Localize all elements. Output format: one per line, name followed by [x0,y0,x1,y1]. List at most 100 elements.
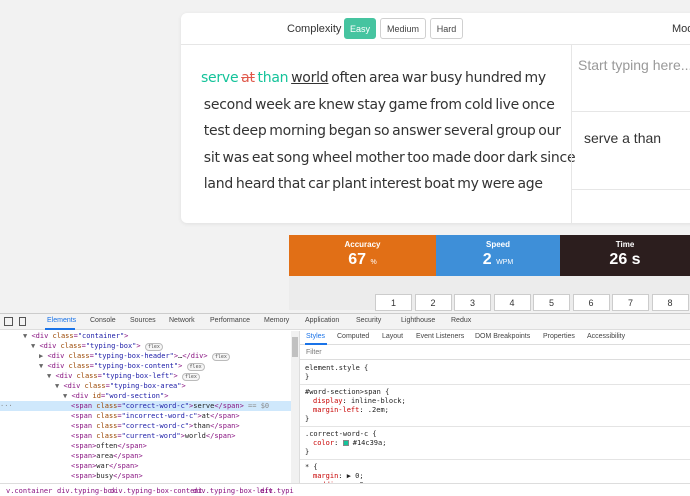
tab-console[interactable]: Console [90,317,116,324]
css-property: margin-left [313,406,360,414]
scrollbar-thumb[interactable] [292,337,298,357]
tab-memory[interactable]: Memory [264,317,289,324]
page-button-2[interactable]: 2 [414,294,452,311]
medium-button[interactable]: Medium [380,18,426,39]
dom-node-html: <span>war</span> [71,462,139,470]
word: knew [318,96,355,113]
flex-badge[interactable]: flex [186,363,205,371]
page-button-5[interactable]: 5 [533,294,570,311]
speed-value: 2 WPM [482,251,514,268]
typing-input[interactable]: Start typing here... [578,57,690,73]
inspect-icon[interactable] [4,317,13,326]
breadcrumb-item[interactable]: v.container [6,487,52,495]
word: are [293,96,316,113]
word: second [203,96,253,113]
tab-application[interactable]: Application [305,317,339,324]
word: answer [392,123,442,139]
page-button-1[interactable]: 1 [375,294,412,311]
divider [572,111,690,112]
flex-badge[interactable]: flex [181,373,200,381]
styles-tab-styles[interactable]: Styles [306,333,325,340]
page-button-4[interactable]: 4 [493,294,531,311]
dom-node[interactable]: <span>war</span> [0,461,291,471]
dom-node-html: <span>area</span> [71,452,143,460]
active-tab-indicator [45,328,75,330]
css-declaration[interactable]: margin: ▶ 0; [313,472,364,481]
css-declaration[interactable]: color: #14c39a; [313,439,386,448]
typed-text: serve a than [584,130,662,146]
correct-word: than [257,70,289,86]
dom-node[interactable]: ▼ <div id="word-section"> [0,391,291,401]
dom-node[interactable]: ▼ <div class="typing-box-left"> flex [0,371,291,381]
styles-tab-dom-breakpoints[interactable]: DOM Breakpoints [475,333,530,340]
dom-node[interactable]: ▶ <div class="typing-box-header">…</div>… [0,351,291,361]
flex-badge[interactable]: flex [144,343,163,351]
dom-node[interactable]: ▼ <div class="container"> [0,331,291,341]
dom-node[interactable]: ▼ <div class="typing-box-area"> [0,381,291,391]
styles-tab-properties[interactable]: Properties [543,333,575,340]
word: that [277,176,306,192]
tab-elements[interactable]: Elements [47,317,76,324]
active-tab-indicator [305,343,327,345]
styles-tab-computed[interactable]: Computed [337,333,369,340]
dom-node-html: <span class="incorrect-word-c">at</span> [71,412,240,420]
page-button-7[interactable]: 7 [612,294,649,311]
css-selector: element.style { [305,364,369,372]
tab-security[interactable]: Security [356,317,381,324]
page-button-8[interactable]: 8 [651,294,689,311]
dom-node-html: <div class="container"> [31,332,129,340]
word-section: serve at than world often area war busy hundred m… [201,65,576,198]
word: our [538,123,561,139]
word: song [276,149,310,166]
dom-node-html: <div class="typing-box-left"> [55,372,178,380]
hard-button[interactable]: Hard [430,18,463,39]
word: busy [429,70,463,86]
css-declaration[interactable]: display: inline-block; [313,397,406,406]
divider [300,384,690,385]
styles-tab-event-listeners[interactable]: Event Listeners [416,333,464,340]
word: my [524,70,547,86]
easy-button[interactable]: Easy [344,18,376,39]
dom-node[interactable]: <span class="correct-word-c">than</span> [0,421,291,431]
flex-badge[interactable]: flex [211,353,230,361]
dom-node[interactable]: ··· <span class="correct-word-c">serve</s… [0,401,291,411]
word: once [521,96,555,113]
word: morning [269,123,326,139]
divider [572,189,690,190]
breadcrumb-item[interactable]: div.typi [260,487,294,495]
word: live [495,96,520,113]
mode-label: Mod [672,23,690,35]
tab-network[interactable]: Network [169,317,195,324]
css-property: display [313,397,343,405]
css-value: inline-block; [350,397,406,405]
dom-node[interactable]: <span>area</span> [0,451,291,461]
page-button-3[interactable]: 3 [454,294,491,311]
breadcrumb-item[interactable]: div.typing-box-content [110,487,203,495]
tab-performance[interactable]: Performance [210,317,250,324]
dom-node[interactable]: ▼ <div class="typing-box"> flex [0,341,291,351]
tab-sources[interactable]: Sources [130,317,156,324]
word: often [331,70,367,86]
css-declaration[interactable]: margin-left: .2em; [313,406,389,415]
styles-tab-layout[interactable]: Layout [382,333,403,340]
css-property: color [313,439,335,447]
device-toolbar-icon[interactable] [19,317,26,326]
dom-node[interactable]: <span>busy</span> [0,471,291,481]
tab-redux[interactable]: Redux [451,317,471,324]
dom-node-html: <span>busy</span> [71,472,143,480]
page-button-6[interactable]: 6 [572,294,610,311]
dom-node[interactable]: <span class="current-word">world</span> [0,431,291,441]
dom-node[interactable]: <span class="incorrect-word-c">at</span> [0,411,291,421]
breadcrumb-item[interactable]: div.typing-box [57,487,116,495]
dom-node[interactable]: ▼ <div class="typing-box-content"> flex [0,361,291,371]
tab-lighthouse[interactable]: Lighthouse [401,317,435,324]
color-swatch[interactable] [342,440,349,446]
dom-node[interactable]: <span>often</span> [0,441,291,451]
elements-tree: ▼ <div class="container"> ▼ <div class="t… [0,331,291,483]
accuracy-value: 67 % [348,251,377,268]
dom-node-html: <span class="correct-word-c">than</span> [71,422,240,430]
scrollbar[interactable] [291,331,299,483]
incorrect-word: at [241,70,255,86]
filter-input[interactable]: Filter [306,349,322,356]
styles-tab-accessibility[interactable]: Accessibility [587,333,625,340]
